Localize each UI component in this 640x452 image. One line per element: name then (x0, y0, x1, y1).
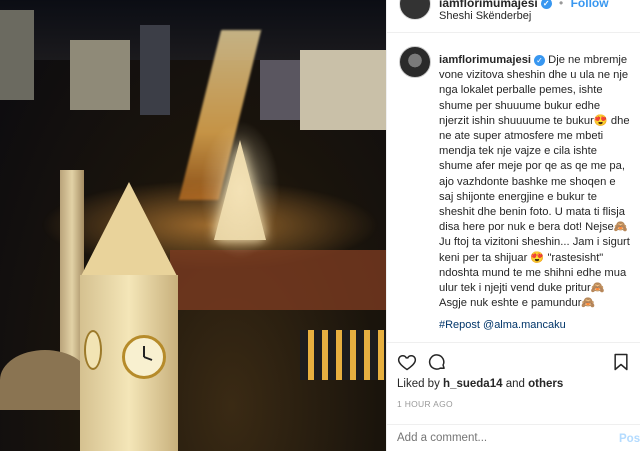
caption-username[interactable]: iamflorimumajesi (439, 54, 531, 66)
building (0, 10, 34, 100)
likes-prefix: Liked by (397, 378, 440, 390)
action-bar (387, 342, 640, 379)
likes-conjunction: and (505, 378, 525, 390)
separator: • (559, 0, 564, 10)
clock-hands-icon (143, 346, 153, 361)
post-comment-button[interactable]: Post (619, 433, 640, 445)
market-stalls (170, 250, 386, 310)
bookmark-icon[interactable] (611, 352, 631, 372)
building (140, 25, 170, 115)
post-sidebar: iamflorimumajesi ✓ • Follow Sheshi Skënde… (386, 0, 640, 451)
comment-input[interactable] (397, 432, 597, 444)
caption-avatar[interactable] (399, 46, 431, 78)
instagram-post: iamflorimumajesi ✓ • Follow Sheshi Skënde… (0, 0, 640, 451)
follow-button[interactable]: Follow (571, 0, 609, 10)
clock-face (122, 335, 166, 379)
carousel (300, 330, 386, 380)
timestamp[interactable]: 1 HOUR AGO (397, 399, 453, 409)
building (300, 50, 386, 130)
verified-badge-icon: ✓ (540, 0, 552, 10)
comment-box: Post (387, 424, 640, 452)
header-username[interactable]: iamflorimumajesi (439, 0, 538, 10)
caption: iamflorimumajesi ✓ Dje ne mbremje vone vi… (439, 53, 631, 311)
heart-icon[interactable] (397, 352, 417, 372)
building (260, 60, 300, 120)
verified-badge-icon: ✓ (534, 54, 546, 66)
clock-tower-roof (80, 182, 178, 278)
building (70, 40, 130, 110)
location-link[interactable]: Sheshi Skënderbej (439, 10, 531, 22)
comment-bubble-icon[interactable] (427, 352, 447, 372)
caption-text: Dje ne mbremje vone vizitova sheshin dhe… (439, 54, 630, 310)
likes-summary: Liked by h_sueda14 and others (397, 378, 563, 390)
post-photo[interactable] (0, 0, 386, 451)
post-header: iamflorimumajesi ✓ • Follow Sheshi Skënde… (387, 0, 640, 33)
avatar[interactable] (399, 0, 431, 20)
liked-by-user[interactable]: h_sueda14 (443, 378, 502, 390)
tree-glow (200, 120, 280, 260)
likes-others-link[interactable]: others (528, 378, 563, 390)
mosque-dome (0, 350, 90, 410)
repost-hashtag[interactable]: #Repost @alma.mancaku (439, 319, 566, 331)
clock-face-side (84, 330, 102, 370)
